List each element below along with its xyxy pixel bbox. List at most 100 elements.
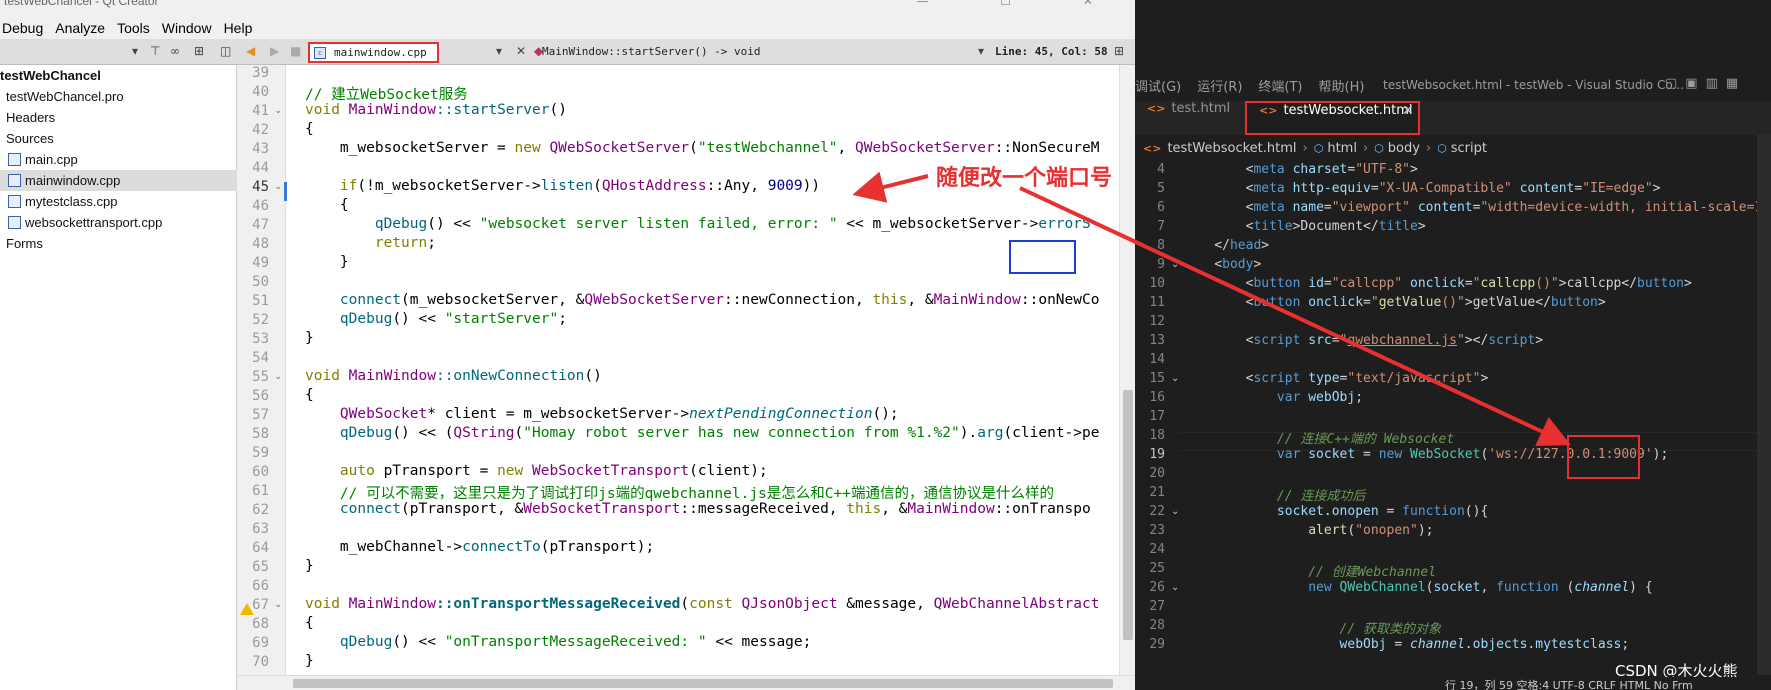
function-dropdown-icon[interactable]: ▾ — [978, 44, 984, 58]
tree-item-headers[interactable]: Headers — [0, 107, 237, 128]
dropdown-arrow-icon[interactable]: ▾ — [132, 44, 138, 58]
fold-chevron-icon[interactable]: ⌄ — [1171, 582, 1179, 593]
code-line: // 连接C++端的 Websocket — [1183, 432, 1455, 447]
close-sidebar-icon[interactable]: ◫ — [220, 44, 231, 58]
window-title: testWebsocket.html - testWeb - Visual St… — [1383, 78, 1684, 92]
line-number: 10 — [1149, 276, 1165, 291]
line-number: 17 — [1149, 409, 1165, 424]
menu-terminal[interactable]: 终端(T) — [1258, 76, 1302, 96]
link-icon[interactable]: ∞ — [170, 44, 180, 58]
horizontal-scrollbar[interactable] — [237, 675, 1135, 690]
line-number: 26 — [1149, 580, 1165, 595]
menu-help[interactable]: 帮助(H) — [1319, 76, 1365, 96]
cpp-file-icon — [8, 195, 21, 208]
code-line: var webObj; — [1276, 390, 1364, 405]
code-line: new QWebChannel(socket, function (channe… — [1308, 580, 1653, 595]
script-src-link[interactable]: qwebchannel.js — [1347, 333, 1457, 348]
window-controls[interactable]: — ☐ ✕ — [917, 0, 1127, 8]
line-number: 54 — [252, 350, 269, 366]
annotation-label: 随便改一个端口号 — [936, 166, 1113, 191]
code-line: qDebug() << (QString("Homay robot server… — [339, 425, 1100, 441]
breadcrumb-item[interactable]: body — [1388, 141, 1420, 156]
tree-item-forms[interactable]: Forms — [0, 233, 237, 254]
vertical-scrollbar[interactable] — [1119, 65, 1135, 675]
tree-item-mainwindow-cpp[interactable]: mainwindow.cpp — [0, 170, 237, 191]
menu-run[interactable]: 运行(R) — [1197, 76, 1242, 96]
tree-item-project[interactable]: testWebChancel — [0, 65, 237, 86]
fold-chevron-icon[interactable]: ⌄ — [1171, 259, 1179, 270]
tree-item-pro[interactable]: testWebChancel.pro — [0, 86, 237, 107]
fold-chevron-icon[interactable]: ⌄ — [274, 106, 282, 116]
breadcrumb-item[interactable]: html — [1327, 141, 1357, 156]
vscode-window: 调试(G) 运行(R) 终端(T) 帮助(H) testWebsocket.ht… — [1135, 0, 1771, 690]
line-number: 43 — [252, 141, 269, 157]
code-line: m_webChannel->connectTo(pTransport); — [305, 539, 655, 555]
breadcrumb-item[interactable]: testWebsocket.html — [1167, 141, 1296, 156]
line-number-gutter: 39 40 41 ⌄ 42 43 44 45 ⌄ 46 47 48 49 50 51 52 53 54 55 ⌄ 56 5… — [237, 65, 286, 675]
code-editor[interactable]: 39 40 41 ⌄ 42 43 44 45 ⌄ 46 47 48 49 50 51 52 53 54 55 ⌄ 56 5… — [237, 65, 1135, 690]
chevron-right-icon: › — [1302, 140, 1308, 156]
line-number: 49 — [252, 255, 269, 271]
fold-chevron-icon[interactable]: ⌄ — [274, 600, 282, 610]
menu-window[interactable]: Window — [156, 20, 218, 36]
back-arrow-icon[interactable]: ◀ — [246, 44, 255, 58]
code-line: { — [305, 121, 314, 137]
tree-item-websockettransport-cpp[interactable]: websockettransport.cpp — [0, 212, 237, 233]
line-number: 7 — [1157, 219, 1165, 234]
cpp-file-icon — [8, 153, 21, 166]
line-number: 40 — [252, 84, 269, 100]
fold-chevron-icon[interactable]: ⌄ — [274, 182, 282, 192]
menu-bar: Debug Analyze Tools Window Help — [0, 16, 1135, 40]
menu-debug[interactable]: 调试(G) — [1135, 76, 1181, 96]
layout-controls[interactable]: ▢▣▥▦ — [1665, 76, 1746, 91]
code-line: void MainWindow::onNewConnection() — [305, 368, 602, 384]
code-line: { — [305, 197, 349, 213]
code-line: } — [305, 254, 349, 270]
code-line: QWebSocket* client = m_websocketServer->… — [339, 406, 899, 422]
vertical-scrollbar[interactable] — [1757, 135, 1771, 675]
line-number: 62 — [252, 502, 269, 518]
close-file-icon[interactable]: ✕ — [516, 44, 526, 58]
tree-item-sources[interactable]: Sources — [0, 128, 237, 149]
forward-arrow-icon[interactable]: ▶ — [270, 44, 279, 58]
split-editor-icon[interactable]: ⊞ — [1114, 44, 1124, 58]
line-number: 44 — [252, 160, 269, 176]
file-selector[interactable]: c mainwindow.cpp — [308, 42, 439, 63]
function-selector[interactable]: MainWindow::startServer() -> void — [542, 45, 761, 58]
close-icon[interactable]: ✕ — [1402, 103, 1414, 119]
tab-test-html[interactable]: <> test.html — [1135, 101, 1245, 135]
menu-debug[interactable]: Debug — [0, 20, 49, 36]
code-editor[interactable]: 4 5 6 7 8 9 ⌄ 10 11 12 13 14 15 ⌄ 16 17 18 19 20 21 22 ⌄ 23 24 2… — [1135, 162, 1771, 672]
tree-item-main-cpp[interactable]: main.cpp — [0, 149, 237, 170]
filter-icon[interactable]: ⊤ — [150, 44, 160, 58]
line-number: 25 — [1149, 561, 1165, 576]
line-number: 18 — [1149, 428, 1165, 443]
menu-tools[interactable]: Tools — [111, 20, 156, 36]
menu-help[interactable]: Help — [218, 20, 259, 36]
code-line: <meta http-equiv="X-UA-Compatible" conte… — [1183, 181, 1661, 196]
tree-item-mytestclass-cpp[interactable]: mytestclass.cpp — [0, 191, 237, 212]
code-line: // 可以不需要，这里只是为了调试打印js端的qwebchannel.js是怎么… — [305, 486, 1054, 502]
scroll-thumb[interactable] — [293, 679, 1113, 688]
menu-analyze[interactable]: Analyze — [49, 20, 111, 36]
port-highlight-box — [1009, 240, 1076, 274]
code-line: qDebug() << "onTransportMessageReceived:… — [339, 634, 812, 650]
html-file-icon: <> — [1143, 141, 1162, 155]
line-number: 65 — [252, 559, 269, 575]
line-number: 39 — [252, 65, 269, 81]
file-dropdown-icon[interactable]: ▾ — [496, 44, 502, 58]
split-icon[interactable]: ⊞ — [194, 44, 204, 58]
port-highlight-box — [1567, 435, 1640, 479]
code-line: // 创建Webchannel — [1183, 565, 1436, 580]
scroll-thumb[interactable] — [1123, 390, 1133, 640]
fold-chevron-icon[interactable]: ⌄ — [274, 372, 282, 382]
editor-tabs: <> test.html <> testWebsocket.html ✕ — [1135, 101, 1771, 135]
html-file-icon: <> — [1147, 102, 1166, 115]
fold-chevron-icon[interactable]: ⌄ — [1171, 506, 1179, 517]
line-number: 46 — [252, 198, 269, 214]
tab-testwebsocket-html[interactable]: <> testWebsocket.html ✕ — [1245, 101, 1420, 135]
line-number: 4 — [1157, 162, 1165, 177]
line-number: 68 — [252, 616, 269, 632]
fold-chevron-icon[interactable]: ⌄ — [1171, 373, 1179, 384]
breadcrumb-item[interactable]: script — [1451, 141, 1487, 156]
